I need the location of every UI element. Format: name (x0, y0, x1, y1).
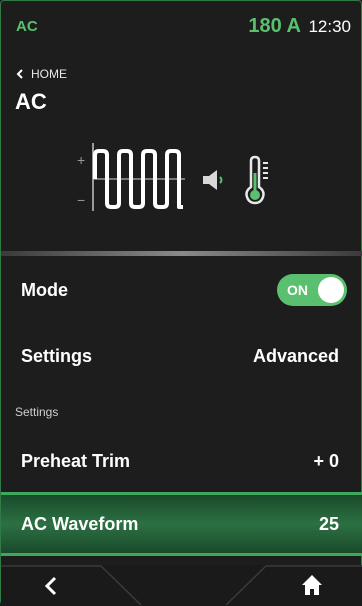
mode-toggle-label: ON (287, 282, 308, 298)
status-mode: AC (16, 18, 38, 35)
back-home-link[interactable]: HOME (15, 67, 67, 81)
speaker-icon (203, 170, 223, 190)
back-button[interactable] (1, 565, 121, 606)
back-home-label: HOME (31, 67, 67, 81)
status-amperage: 180 A (248, 15, 301, 37)
page-title: AC (15, 89, 47, 114)
home-button[interactable] (253, 565, 362, 606)
toggle-knob (318, 277, 344, 303)
settings-value: Advanced (252, 345, 339, 366)
ac-waveform-label: AC Waveform (21, 513, 139, 534)
ac-waveform-row[interactable]: AC Waveform 25 (1, 492, 362, 556)
preheat-trim-label: Preheat Trim (21, 450, 131, 471)
bottom-nav-bar (1, 565, 362, 606)
ac-waveform-value: 25 (318, 513, 339, 534)
mode-label: Mode (21, 279, 68, 300)
waveform-minus-sign: − (77, 192, 85, 208)
preheat-trim-row[interactable]: Preheat Trim + 0 (1, 431, 362, 491)
app-frame: AC 180 A 12:30 HOME AC + − Mode ON Setti… (0, 0, 362, 606)
status-time: 12:30 (308, 17, 351, 36)
settings-label: Settings (21, 345, 93, 366)
settings-row[interactable]: Settings Advanced (1, 326, 362, 386)
chevron-left-icon (16, 69, 23, 79)
mode-row[interactable]: Mode ON (1, 260, 362, 320)
chevron-left-icon (44, 576, 57, 596)
thermometer-icon (245, 155, 268, 205)
waveform-plus-sign: + (77, 152, 85, 168)
mode-toggle[interactable]: ON (277, 274, 347, 306)
section-divider (1, 251, 362, 256)
ac-waveform-graphic: + − (77, 143, 185, 211)
home-icon (302, 575, 322, 595)
preheat-trim-value: + 0 (313, 450, 339, 471)
settings-section-header: Settings (15, 405, 59, 419)
